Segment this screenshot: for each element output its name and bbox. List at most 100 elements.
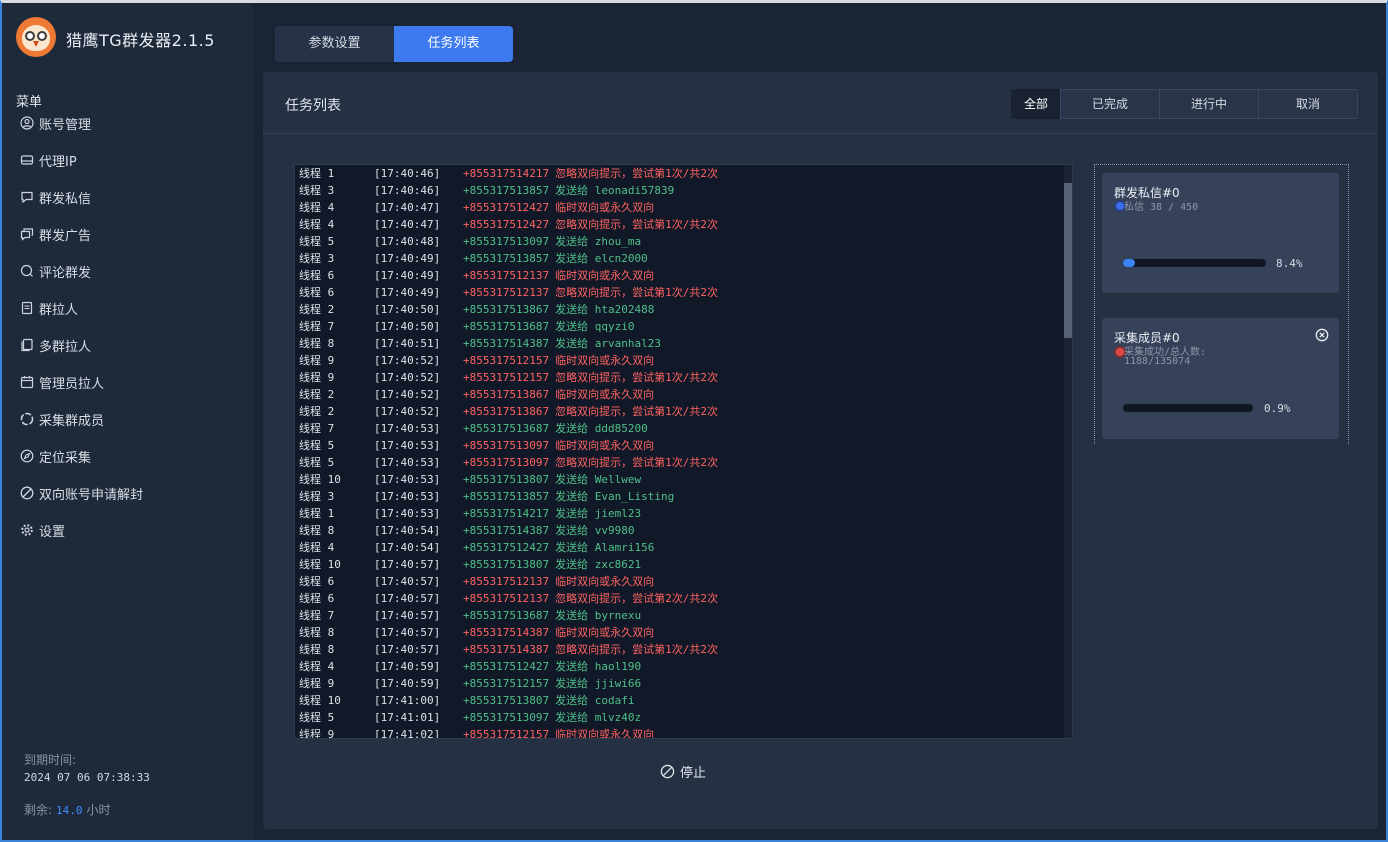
log-message: 发送给 mlvz40z [555,711,642,724]
tab-settings[interactable]: 参数设置 [275,26,394,62]
log-thread: 线程 10 [299,473,341,486]
filter-cancelled-button[interactable]: 取消 [1258,89,1358,119]
log-phone: +855317514387 [463,337,550,350]
log-message: 临时双向或永久双向 [555,269,655,282]
sidebar-item-4[interactable]: 群发广告 [20,225,143,262]
expiry-label: 到期时间: [24,753,77,767]
log-message: 发送给 elcn2000 [555,252,648,265]
filter-all-button[interactable]: 全部 [1011,89,1061,119]
log-time: [17:40:53] [374,439,441,452]
user-circle-icon [20,116,34,130]
sidebar-item-label: 设置 [39,525,66,540]
sidebar-item-8[interactable]: 管理员拉人 [20,373,143,410]
sidebar-item-label: 账号管理 [39,118,92,133]
log-time: [17:40:49] [374,286,441,299]
log-message: 发送给 arvanhal23 [555,337,661,350]
log-time: [17:40:53] [374,473,441,486]
log-line: 线程 6 [17:40:57] +855317512137 忽略双向提示，尝试第2次/… [299,590,1059,607]
log-phone: +855317513857 [463,252,550,265]
log-message: 发送给 jjiwi66 [555,677,642,690]
log-time: [17:41:00] [374,694,441,707]
sidebar-item-6[interactable]: 群拉人 [20,299,143,336]
log-line: 线程 8 [17:40:54] +855317514387 发送给 vv9980 [299,522,1059,539]
sidebar-item-7[interactable]: 多群拉人 [20,336,143,373]
log-message: 发送给 Alamri156 [555,541,655,554]
log-line: 线程 8 [17:40:57] +855317514387 临时双向或永久双向 [299,624,1059,641]
log-line: 线程 4 [17:40:54] +855317512427 发送给 Alamri156 [299,539,1059,556]
task-card[interactable]: 群发私信#0 私信 38 / 450 8.4% [1102,173,1339,293]
sidebar-item-2[interactable]: 代理IP [20,151,143,188]
log-thread: 线程 9 [299,354,335,367]
log-scrollbar[interactable] [1064,165,1072,738]
log-message: 发送给 jieml23 [555,507,642,520]
sidebar-item-12[interactable]: 设置 [20,521,143,558]
log-line: 线程 5 [17:40:48] +855317513097 发送给 zhou_ma [299,233,1059,250]
log-message: 发送给 Wellwew [555,473,642,486]
log-phone: +855317513687 [463,422,550,435]
log-line: 线程 2 [17:40:52] +855317513867 忽略双向提示，尝试第1次/… [299,403,1059,420]
log-message: 发送给 vv9980 [555,524,635,537]
sidebar-item-label: 评论群发 [39,266,92,281]
compass-icon [20,449,34,463]
tab-task-list[interactable]: 任务列表 [394,26,513,62]
menu-heading: 菜单 [16,95,43,110]
sidebar-item-11[interactable]: 双向账号申请解封 [20,484,143,521]
log-line: 线程 9 [17:40:52] +855317512157 临时双向或永久双向 [299,352,1059,369]
log-console[interactable]: 线程 1 [17:40:46] +855317514217 忽略双向提示，尝试第1次/… [294,164,1073,739]
log-lines: 线程 1 [17:40:46] +855317514217 忽略双向提示，尝试第1次/… [299,165,1059,739]
log-thread: 线程 5 [299,235,335,248]
log-phone: +855317514387 [463,524,550,537]
log-phone: +855317513097 [463,235,550,248]
log-message: 忽略双向提示，尝试第1次/共2次 [555,405,718,418]
log-line: 线程 8 [17:40:57] +855317514387 忽略双向提示，尝试第1次/… [299,641,1059,658]
log-message: 发送给 zhou_ma [555,235,642,248]
sidebar-item-5[interactable]: 评论群发 [20,262,143,299]
log-line: 线程 5 [17:40:53] +855317513097 忽略双向提示，尝试第1次/… [299,454,1059,471]
app-title: 猎鹰TG群发器2.1.5 [66,31,215,50]
log-message: 发送给 qqyzi0 [555,320,635,333]
panel-title: 任务列表 [285,98,341,114]
log-message: 发送给 Evan_Listing [555,490,675,503]
log-phone: +855317513097 [463,439,550,452]
log-phone: +855317512157 [463,354,550,367]
log-thread: 线程 8 [299,337,335,350]
log-thread: 线程 9 [299,371,335,384]
sidebar-item-10[interactable]: 定位采集 [20,447,143,484]
sidebar-item-label: 代理IP [39,155,77,170]
log-time: [17:40:51] [374,337,441,350]
log-phone: +855317513867 [463,388,550,401]
filter-completed-button[interactable]: 已完成 [1060,89,1160,119]
sidebar-item-9[interactable]: 采集群成员 [20,410,143,447]
log-time: [17:40:49] [374,252,441,265]
log-thread: 线程 1 [299,167,335,180]
stop-button[interactable]: 停止 [660,762,706,781]
log-thread: 线程 6 [299,269,335,282]
log-time: [17:40:57] [374,626,441,639]
scroll-thumb[interactable] [1064,183,1072,338]
log-phone: +855317513097 [463,711,550,724]
calendar-icon [20,375,34,389]
gear-icon [20,523,34,537]
log-time: [17:40:52] [374,371,441,384]
log-line: 线程 6 [17:40:57] +855317512137 临时双向或永久双向 [299,573,1059,590]
log-thread: 线程 4 [299,218,335,231]
close-icon[interactable] [1315,328,1329,342]
task-card[interactable]: 采集成员#0 采集成功/总人数: 1188/135074 0.9% [1102,318,1339,439]
log-time: [17:40:52] [374,405,441,418]
sidebar-item-3[interactable]: 群发私信 [20,188,143,225]
log-phone: +855317512137 [463,286,550,299]
filter-running-button[interactable]: 进行中 [1159,89,1259,119]
log-message: 临时双向或永久双向 [555,575,655,588]
stop-label: 停止 [680,766,707,781]
log-time: [17:40:59] [374,677,441,690]
sidebar-item-1[interactable]: 账号管理 [20,114,143,151]
log-line: 线程 3 [17:40:49] +855317513857 发送给 elcn2000 [299,250,1059,267]
log-thread: 线程 9 [299,677,335,690]
log-line: 线程 10 [17:40:53] +855317513807 发送给 Wellwew [299,471,1059,488]
log-message: 临时双向或永久双向 [555,388,655,401]
log-thread: 线程 6 [299,592,335,605]
log-phone: +855317512157 [463,728,550,739]
drive-icon [20,153,34,167]
log-line: 线程 4 [17:40:59] +855317512427 发送给 haol190 [299,658,1059,675]
log-time: [17:40:47] [374,201,441,214]
